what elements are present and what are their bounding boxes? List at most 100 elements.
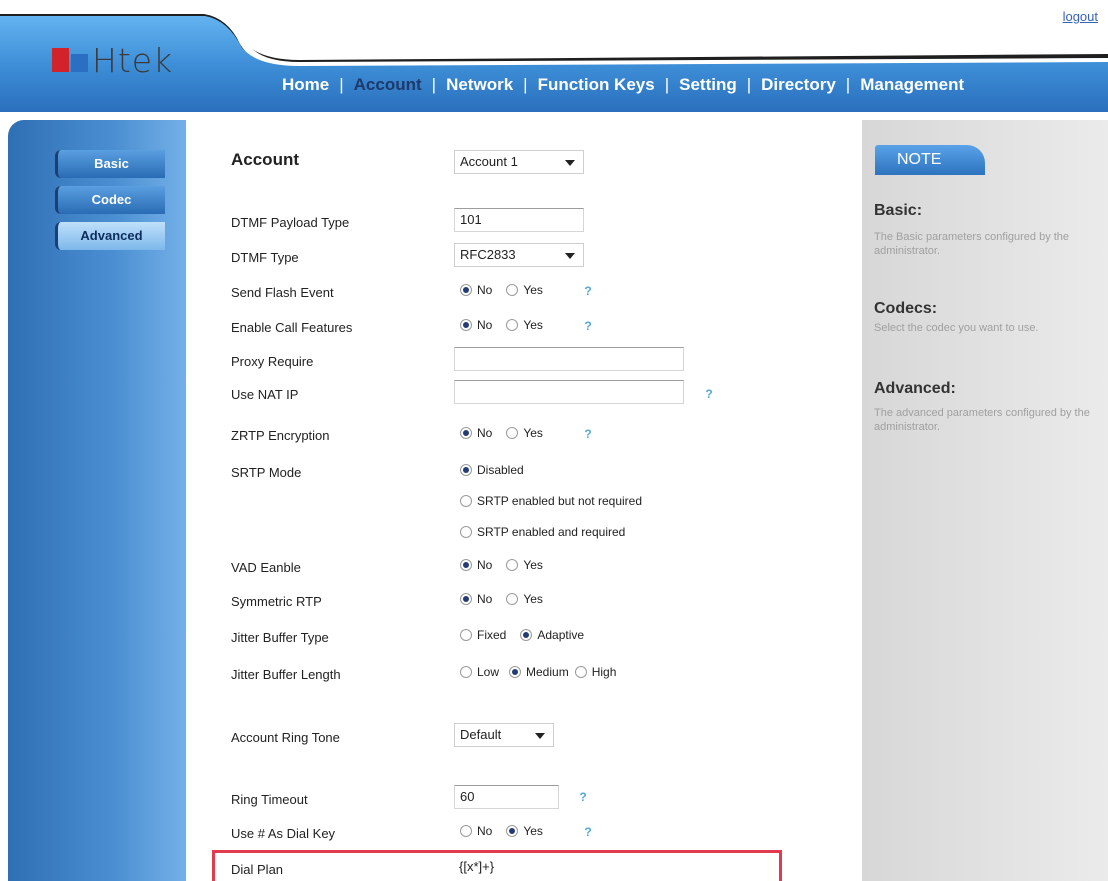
radio-selected-icon [506,825,519,837]
main-nav: Home | Account | Network | Function Keys… [272,72,974,98]
radio-label: Yes [523,592,543,606]
nat-ip-input[interactable] [454,380,684,404]
note-text-basic: The Basic parameters configured by the a… [874,231,1070,257]
htek-logo: Htek [52,40,173,80]
dtmf-payload-input[interactable]: 101 [454,208,584,232]
jitter-type-radios: Fixed Adaptive [460,628,598,642]
radio-selected-icon [460,559,472,571]
nav-management[interactable]: Management [850,75,974,95]
radio-empty-icon [506,284,519,296]
radio-label: Adaptive [537,628,585,642]
jitter-length-label: Jitter Buffer Length [231,667,341,682]
radio-empty-icon [460,825,472,837]
help-icon[interactable]: ? [583,825,593,839]
jitter-length-high[interactable]: High [574,665,617,679]
radio-label: Yes [523,426,543,440]
note-heading-codecs: Codecs: [874,300,938,317]
symmetric-rtp-yes[interactable]: Yes [506,592,543,606]
proxy-require-input[interactable] [454,347,684,371]
note-heading-basic: Basic: [874,202,923,219]
note-text-advanced: The advanced parameters configured by th… [874,407,1090,433]
nav-setting[interactable]: Setting [669,75,747,95]
radio-label: Low [477,665,500,679]
radio-label: Yes [523,558,543,572]
call-features-no[interactable]: No [460,318,492,332]
dial-key-radios: No Yes [460,824,557,838]
call-features-radios: No Yes [460,318,557,332]
nav-directory[interactable]: Directory [751,75,846,95]
radio-label: SRTP enabled and required [477,525,626,539]
nav-network[interactable]: Network [436,75,523,95]
radio-empty-icon [460,495,472,507]
help-icon[interactable]: ? [578,790,588,804]
sidebar-tab-codec[interactable]: Codec [55,186,165,214]
help-icon[interactable]: ? [583,284,593,298]
vad-yes[interactable]: Yes [506,558,543,572]
radio-selected-icon [509,666,522,678]
ring-tone-label: Account Ring Tone [231,730,340,745]
jitter-type-adaptive[interactable]: Adaptive [520,628,584,642]
chevron-down-icon [565,160,575,166]
radio-selected-icon [460,427,472,439]
nav-home[interactable]: Home [272,75,339,95]
chevron-down-icon [565,253,575,259]
dtmf-type-label: DTMF Type [231,250,299,265]
send-flash-radios: No Yes [460,283,557,297]
nat-ip-label: Use NAT IP [231,387,299,402]
radio-label: SRTP enabled but not required [477,494,643,508]
ring-tone-select[interactable]: Default [454,723,554,747]
radio-label: Yes [523,318,543,332]
radio-label: High [591,665,617,679]
send-flash-no[interactable]: No [460,283,492,297]
symmetric-rtp-radios: No Yes [460,592,557,606]
srtp-disabled[interactable]: Disabled [460,463,538,477]
radio-label: No [477,426,493,440]
radio-label: No [477,283,493,297]
radio-label: Disabled [477,463,524,477]
radio-empty-icon [460,666,472,678]
srtp-enabled-required[interactable]: SRTP enabled and required [460,525,639,539]
call-features-yes[interactable]: Yes [506,318,543,332]
note-heading-advanced: Advanced: [874,380,956,397]
account-select[interactable]: Account 1 [454,150,584,174]
srtp-enabled-not-required[interactable]: SRTP enabled but not required [460,494,656,508]
ring-tone-value: Default [460,727,502,742]
jitter-length-radios: Low Medium High [460,665,630,679]
symmetric-rtp-no[interactable]: No [460,592,492,606]
srtp-mode-label: SRTP Mode [231,465,302,480]
help-icon[interactable]: ? [583,427,593,441]
ring-timeout-label: Ring Timeout [231,792,308,807]
vad-no[interactable]: No [460,558,492,572]
sidebar-tab-basic[interactable]: Basic [55,150,165,178]
help-icon[interactable]: ? [704,387,714,401]
radio-empty-icon [574,666,587,678]
radio-selected-icon [460,593,472,605]
help-icon[interactable]: ? [583,319,593,333]
call-features-label: Enable Call Features [231,320,353,335]
nav-account[interactable]: Account [344,75,432,95]
jitter-length-low[interactable]: Low [460,665,499,679]
dtmf-type-select[interactable]: RFC2833 [454,243,584,267]
zrtp-no[interactable]: No [460,426,492,440]
nav-function-keys[interactable]: Function Keys [528,75,665,95]
logout-link[interactable]: logout [1063,9,1098,24]
sidebar-tab-advanced[interactable]: Advanced [55,222,165,250]
send-flash-label: Send Flash Event [231,285,334,300]
account-label: Account [231,150,299,169]
radio-label: Yes [523,824,543,838]
zrtp-yes[interactable]: Yes [506,426,543,440]
dtmf-type-value: RFC2833 [460,247,516,262]
send-flash-yes[interactable]: Yes [506,283,543,297]
zrtp-radios: No Yes [460,426,557,440]
jitter-length-medium[interactable]: Medium [509,665,569,679]
radio-empty-icon [506,319,519,331]
jitter-type-fixed[interactable]: Fixed [460,628,506,642]
radio-label: No [477,824,493,838]
radio-selected-icon [460,319,472,331]
ring-timeout-input[interactable]: 60 [454,785,559,809]
dial-plan-input[interactable]: {[x*]+} [454,856,754,880]
dial-key-label: Use # As Dial Key [231,826,336,841]
dial-key-no[interactable]: No [460,824,492,838]
dial-key-yes[interactable]: Yes [506,824,543,838]
radio-selected-icon [460,284,472,296]
